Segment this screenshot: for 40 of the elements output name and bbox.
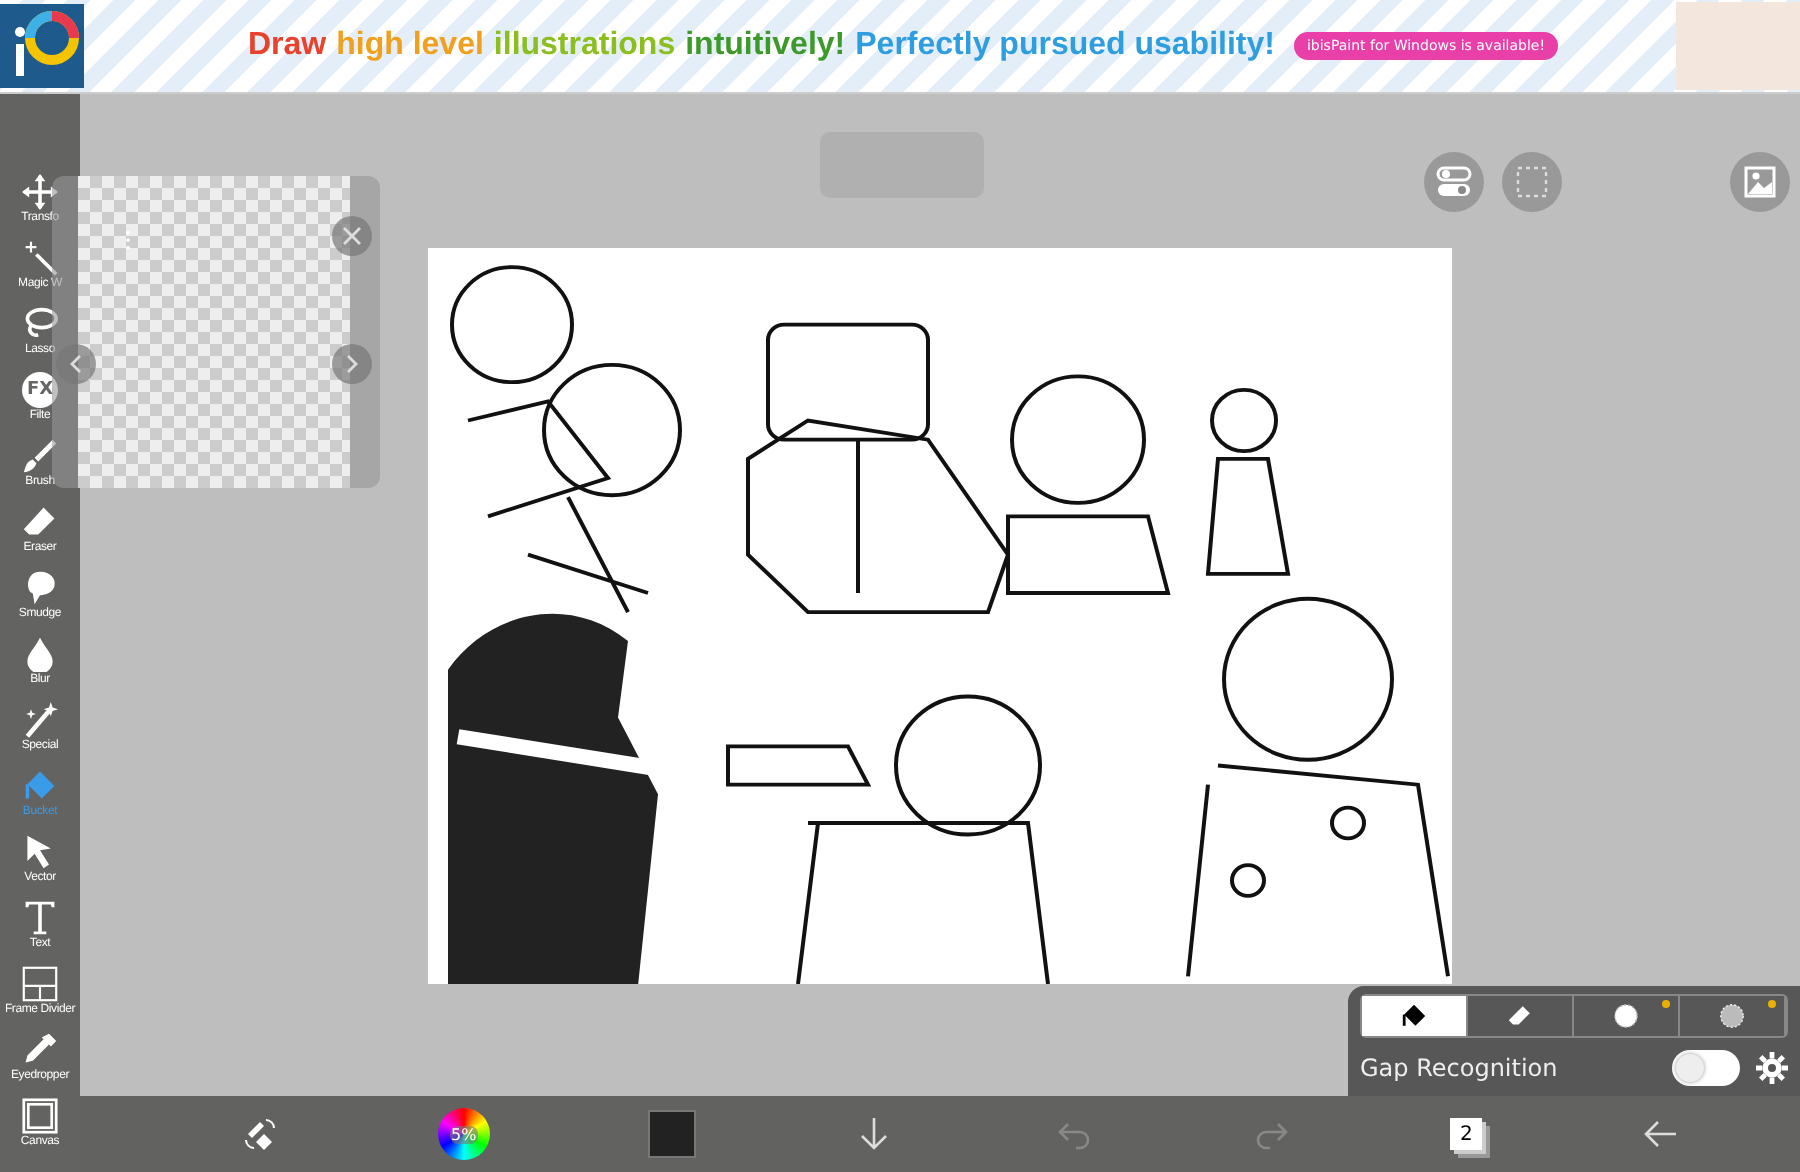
color-swatch[interactable]	[648, 1110, 697, 1158]
settings-icon[interactable]	[1756, 1052, 1788, 1084]
canvas-icon	[22, 1098, 58, 1134]
circle-icon	[1612, 1002, 1640, 1030]
headline-text: illustrations	[493, 28, 676, 64]
eraser-icon	[22, 504, 58, 540]
bucket-icon	[22, 768, 58, 804]
app-logo-icon	[0, 4, 84, 88]
lasso-icon	[22, 306, 58, 342]
drop-icon	[22, 636, 58, 672]
layers-button[interactable]: 2	[1450, 1118, 1483, 1150]
sparkle-icon	[22, 702, 58, 738]
close-icon[interactable]	[332, 216, 372, 256]
image-icon[interactable]	[1730, 152, 1790, 212]
selection-icon[interactable]	[1502, 152, 1562, 212]
bucket-icon	[1400, 1002, 1428, 1030]
smudge-icon	[22, 570, 58, 606]
brush-icon	[22, 438, 58, 474]
swap-icon[interactable]	[239, 1114, 280, 1154]
notification-dot	[1768, 1000, 1776, 1008]
toggle-switch[interactable]	[1672, 1050, 1740, 1086]
fill-mode-tab[interactable]	[1362, 996, 1468, 1036]
toggle-icon[interactable]	[1424, 152, 1484, 212]
text-icon	[22, 900, 58, 936]
frame-icon	[22, 966, 58, 1002]
eraser-icon	[1506, 1002, 1534, 1030]
chevron-right-icon[interactable]	[332, 344, 372, 384]
gap-recognition-label: Gap Recognition	[1360, 1054, 1560, 1082]
wand-icon	[22, 240, 58, 276]
notification-dot	[1662, 1000, 1670, 1008]
dropper-icon	[22, 1032, 58, 1068]
headline-text: high level	[336, 28, 484, 64]
fx-icon: FX	[22, 372, 58, 408]
headline-text: Draw	[248, 28, 327, 64]
color-wheel-button[interactable]: 5%	[437, 1108, 490, 1160]
headline-text: intuitively!	[685, 28, 846, 64]
move-icon	[22, 174, 58, 210]
headline-text: Perfectly pursued usability!	[855, 28, 1275, 64]
illustration-placeholder	[1676, 2, 1800, 90]
dotted-icon	[1718, 1002, 1746, 1030]
